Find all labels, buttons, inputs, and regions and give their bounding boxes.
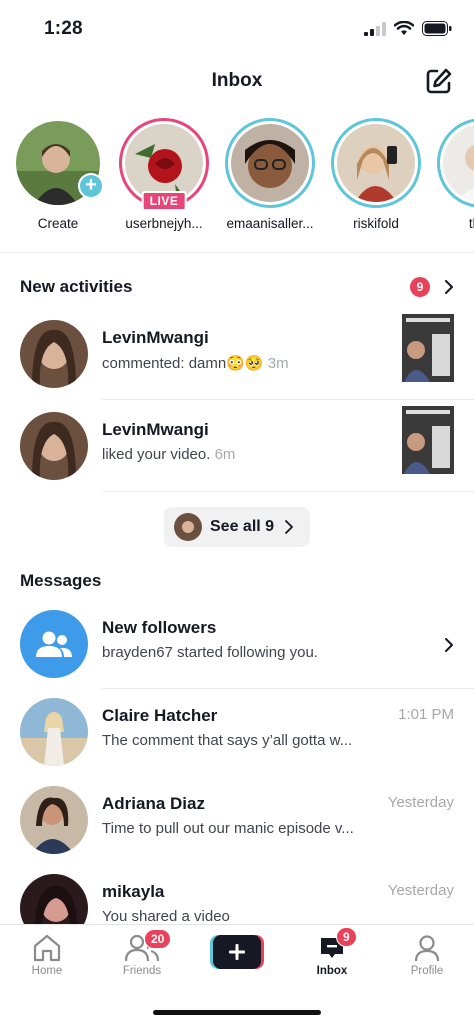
activity-text: liked your video. 6m bbox=[102, 446, 235, 463]
tab-friends[interactable]: 20 Friends bbox=[102, 929, 182, 977]
story-ring bbox=[437, 118, 474, 208]
story-create[interactable]: + Create bbox=[8, 118, 108, 231]
story-item[interactable]: emaanisaller... bbox=[220, 118, 320, 231]
avatar bbox=[20, 786, 88, 854]
message-row[interactable]: Claire Hatcher The comment that says y’a… bbox=[0, 686, 474, 778]
avatar bbox=[20, 412, 88, 480]
message-time: Yesterday bbox=[387, 882, 454, 899]
see-all-label: See all 9 bbox=[210, 518, 275, 535]
inbox-badge: 9 bbox=[336, 927, 357, 947]
activity-time: 3m bbox=[267, 355, 289, 372]
activity-row[interactable]: LevinMwangi liked your video. 6m bbox=[0, 400, 474, 492]
message-name: New followers bbox=[102, 618, 217, 637]
activity-action: commented: damn😳🥺 bbox=[102, 355, 264, 372]
compose-icon[interactable] bbox=[424, 66, 454, 96]
activity-username: LevinMwangi bbox=[102, 420, 209, 439]
message-preview: The comment that says y’all gotta w... bbox=[102, 732, 353, 749]
activity-time: 6m bbox=[214, 446, 236, 463]
story-name: userbnejyh... bbox=[125, 216, 203, 231]
story-name: emaanisaller... bbox=[226, 216, 314, 231]
stories-row: + Create LIVE userbnejyh... emaanisaller… bbox=[0, 118, 474, 240]
activity-text: commented: damn😳🥺 3m bbox=[102, 354, 289, 372]
story-item[interactable]: LIVE userbnejyh... bbox=[114, 118, 214, 231]
messages-section-title: Messages bbox=[20, 571, 102, 590]
profile-icon bbox=[414, 935, 440, 962]
story-item[interactable]: theo bbox=[432, 118, 474, 231]
tab-home[interactable]: Home bbox=[7, 933, 87, 977]
tab-label: Profile bbox=[410, 965, 444, 977]
message-time: 1:01 PM bbox=[398, 706, 454, 723]
friends-badge: 20 bbox=[144, 929, 172, 949]
avatar bbox=[174, 513, 202, 541]
avatar bbox=[337, 124, 415, 202]
story-ring: + bbox=[13, 118, 104, 208]
status-time: 1:28 bbox=[44, 18, 83, 39]
row-divider bbox=[102, 491, 474, 492]
chevron-right-icon bbox=[285, 520, 293, 534]
activity-row[interactable]: LevinMwangi commented: damn😳🥺 3m bbox=[0, 308, 474, 400]
page-title: Inbox bbox=[211, 70, 263, 91]
story-name: riskifold bbox=[353, 216, 399, 231]
story-ring bbox=[225, 118, 315, 208]
inbox-header: Inbox bbox=[0, 56, 474, 106]
live-badge: LIVE bbox=[141, 191, 187, 211]
tab-label: Home bbox=[31, 965, 63, 977]
message-row-new-followers[interactable]: New followers brayden67 started followin… bbox=[0, 598, 474, 690]
see-all-activities-button[interactable]: See all 9 bbox=[164, 507, 310, 547]
story-name: Create bbox=[37, 216, 79, 231]
home-icon bbox=[33, 934, 61, 962]
followers-avatar bbox=[20, 610, 88, 678]
story-item[interactable]: riskifold bbox=[326, 118, 426, 231]
activity-username: LevinMwangi bbox=[102, 328, 209, 347]
avatar bbox=[443, 124, 474, 202]
message-name: mikayla bbox=[102, 882, 165, 901]
message-preview: brayden67 started following you. bbox=[102, 644, 318, 661]
wifi-icon bbox=[394, 21, 414, 35]
avatar bbox=[231, 124, 309, 202]
avatar bbox=[20, 698, 88, 766]
people-icon bbox=[36, 631, 72, 657]
plus-icon bbox=[210, 935, 264, 969]
battery-icon bbox=[422, 21, 452, 36]
message-row[interactable]: Adriana Diaz Time to pull out our manic … bbox=[0, 774, 474, 866]
story-ring: LIVE bbox=[119, 118, 209, 211]
add-story-plus-icon[interactable]: + bbox=[78, 173, 104, 199]
message-name: Adriana Diaz bbox=[102, 794, 205, 813]
avatar bbox=[20, 320, 88, 388]
create-video-button[interactable] bbox=[210, 935, 264, 969]
chevron-right-icon bbox=[445, 638, 453, 652]
tab-label: Friends bbox=[122, 965, 162, 977]
activities-count-badge: 9 bbox=[410, 277, 430, 297]
tab-profile[interactable]: Profile bbox=[387, 933, 467, 977]
home-indicator bbox=[153, 1010, 321, 1015]
video-thumbnail[interactable] bbox=[402, 406, 454, 474]
message-name: Claire Hatcher bbox=[102, 706, 218, 725]
activity-action: liked your video. bbox=[102, 446, 211, 463]
chevron-right-icon[interactable] bbox=[442, 280, 456, 294]
status-icons bbox=[364, 21, 452, 36]
story-name: theo bbox=[468, 216, 474, 231]
video-thumbnail[interactable] bbox=[402, 314, 454, 382]
tab-inbox[interactable]: 9 Inbox bbox=[292, 927, 372, 977]
activities-section-title: New activities bbox=[20, 277, 133, 296]
cellular-signal-icon bbox=[364, 21, 386, 36]
status-bar: 1:28 bbox=[0, 0, 474, 56]
bottom-tab-bar: Home 20 Friends 9 Inbox Profile bbox=[0, 924, 474, 1025]
message-time: Yesterday bbox=[387, 794, 454, 811]
story-ring bbox=[331, 118, 421, 208]
section-divider bbox=[0, 252, 474, 253]
message-preview: Time to pull out our manic episode v... bbox=[102, 820, 354, 837]
tab-label: Inbox bbox=[316, 965, 348, 977]
message-preview: You shared a video bbox=[102, 908, 230, 925]
